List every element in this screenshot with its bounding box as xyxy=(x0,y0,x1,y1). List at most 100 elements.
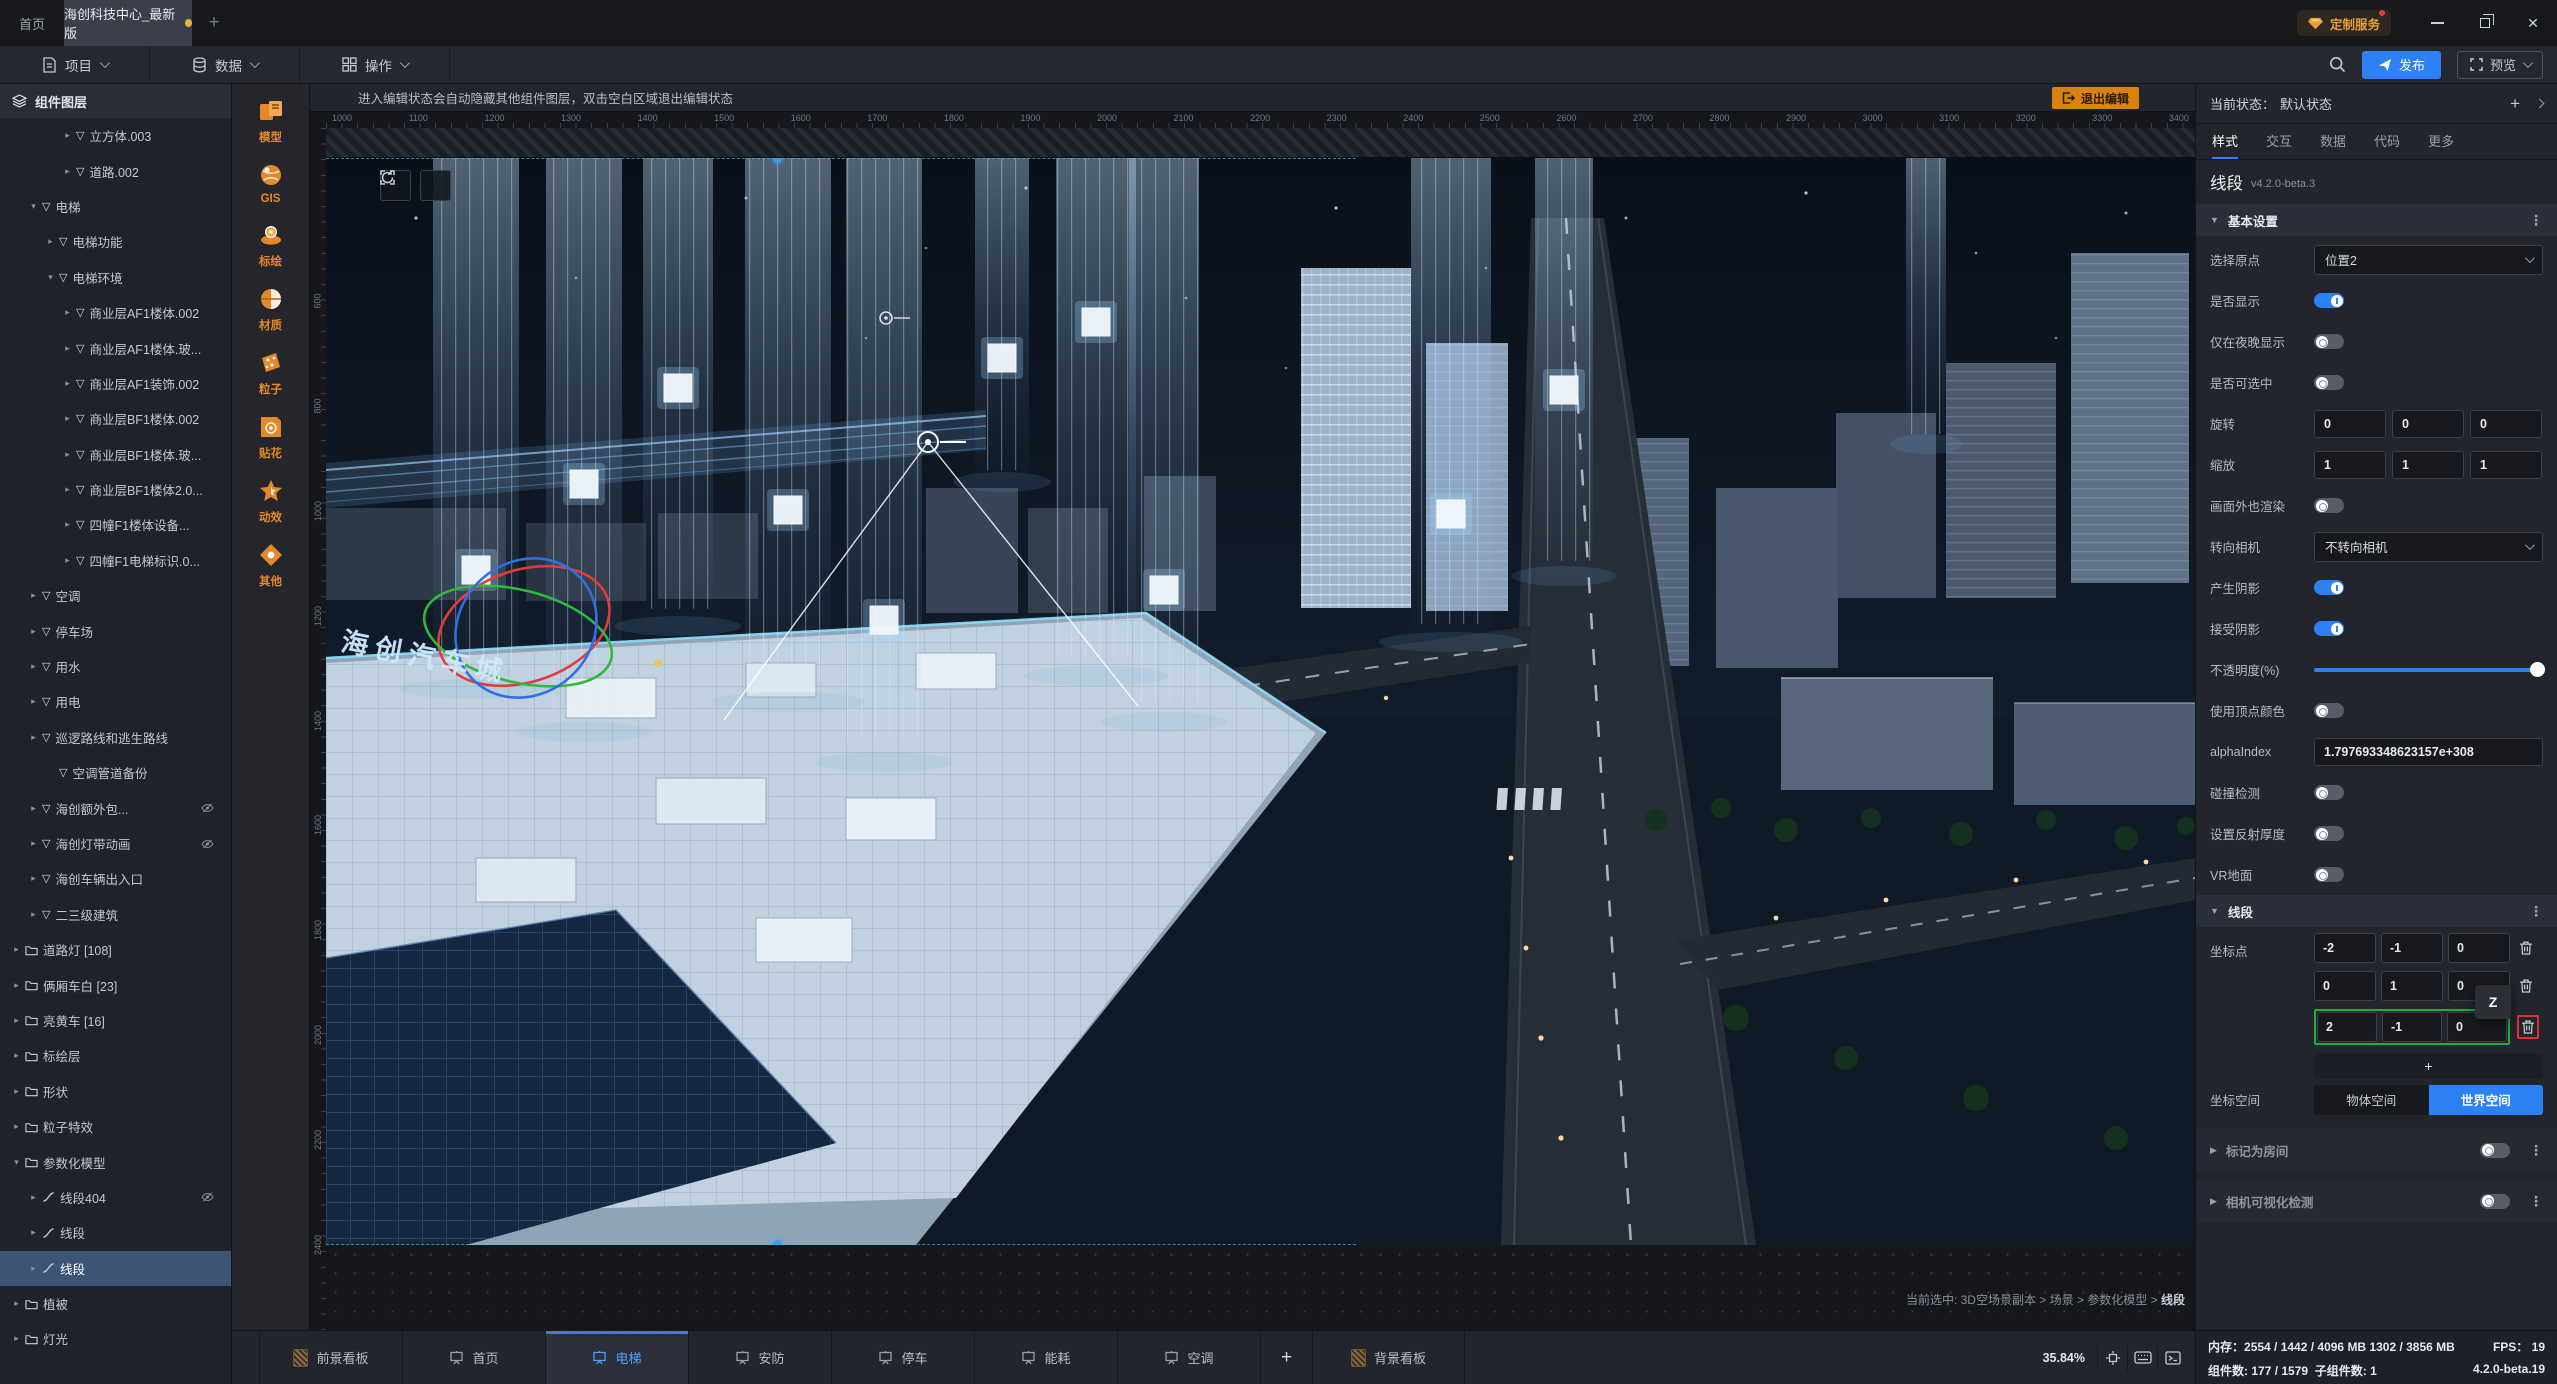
inspector-tab[interactable]: 更多 xyxy=(2428,124,2454,159)
console-button[interactable] xyxy=(2157,1345,2187,1371)
tree-item[interactable]: ▽空调管道备份 xyxy=(0,755,231,790)
toolbox-item-gis[interactable]: GIS xyxy=(258,162,284,205)
tree-item[interactable]: ▸▽商业层AF1楼体.玻... xyxy=(0,330,231,365)
board-tab[interactable]: 电梯 xyxy=(546,1331,689,1384)
board-tab[interactable]: 空调 xyxy=(1118,1331,1261,1384)
select-field[interactable]: 位置2 xyxy=(2314,245,2543,275)
collapse-caret-icon[interactable]: ▼ xyxy=(2210,906,2219,916)
toolbox-item-plot[interactable]: 标绘 xyxy=(258,222,284,269)
add-state-button[interactable]: + xyxy=(2510,95,2520,112)
tree-item[interactable]: ▾参数化模型 xyxy=(0,1144,231,1179)
tree-item[interactable]: ▸线段 xyxy=(0,1251,231,1286)
expander-icon[interactable]: ▸ xyxy=(27,661,40,672)
section-header[interactable]: ▼线段⋮ xyxy=(2196,895,2557,927)
background-board-tab[interactable]: 背景看板 xyxy=(1313,1331,1465,1384)
tree-item[interactable]: ▸▽立方体.003 xyxy=(0,118,231,153)
tree-item[interactable]: ▸▽电梯功能 xyxy=(0,224,231,259)
coordinate-input[interactable] xyxy=(2317,1012,2377,1042)
tree-item[interactable]: ▸植被 xyxy=(0,1286,231,1321)
expander-icon[interactable]: ▸ xyxy=(27,803,40,814)
segment-option[interactable]: 物体空间 xyxy=(2314,1085,2429,1115)
viewport[interactable]: 进入编辑状态会自动隐藏其他组件图层，双击空白区域退出编辑状态 退出编辑 1000… xyxy=(310,84,2195,1330)
board-tab[interactable]: 能耗 xyxy=(975,1331,1118,1384)
expander-icon[interactable]: ▸ xyxy=(61,484,74,495)
inspector-tab[interactable]: 样式 xyxy=(2212,124,2238,159)
expander-icon[interactable]: ▸ xyxy=(27,873,40,884)
inspector-tab[interactable]: 数据 xyxy=(2320,124,2346,159)
expander-icon[interactable]: ▸ xyxy=(10,1086,23,1097)
expander-icon[interactable]: ▸ xyxy=(10,1121,23,1132)
coordinate-input[interactable] xyxy=(2448,933,2510,963)
preview-button[interactable]: 预览 xyxy=(2457,51,2543,79)
text-input[interactable] xyxy=(2314,738,2543,766)
expander-icon[interactable]: ▾ xyxy=(44,272,57,283)
eye-hidden-icon[interactable] xyxy=(201,802,214,814)
tree-item[interactable]: ▸▽巡逻路线和逃生路线 xyxy=(0,720,231,755)
segment-option[interactable]: 世界空间 xyxy=(2429,1085,2544,1115)
tree-item[interactable]: ▸亮黄车 [16] xyxy=(0,1003,231,1038)
tree-item[interactable]: ▸线段404 xyxy=(0,1180,231,1215)
chevron-right-icon[interactable] xyxy=(2535,99,2545,109)
new-project-tab-button[interactable]: + xyxy=(192,0,236,46)
tree-item[interactable]: ▸▽用水 xyxy=(0,649,231,684)
expander-icon[interactable]: ▸ xyxy=(61,307,74,318)
more-options-icon[interactable]: ⋮ xyxy=(2529,212,2543,229)
number-input[interactable] xyxy=(2470,451,2542,479)
tree-item[interactable]: ▸▽道路.002 xyxy=(0,153,231,188)
number-input[interactable] xyxy=(2392,451,2464,479)
toggle[interactable] xyxy=(2314,785,2344,800)
expander-icon[interactable]: ▸ xyxy=(10,1050,23,1061)
more-options-icon[interactable]: ⋮ xyxy=(2529,1142,2543,1159)
tree-item[interactable]: ▸▽海创额外包... xyxy=(0,790,231,825)
board-tab[interactable]: 安防 xyxy=(689,1331,832,1384)
expander-icon[interactable]: ▸ xyxy=(27,1192,40,1203)
custom-service-button[interactable]: 定制服务 xyxy=(2297,10,2391,36)
expander-icon[interactable]: ▸ xyxy=(27,732,40,743)
coordinate-input[interactable] xyxy=(2381,933,2443,963)
section-header[interactable]: ▼基本设置⋮ xyxy=(2196,204,2557,236)
number-input[interactable] xyxy=(2314,451,2386,479)
tree-item[interactable]: ▸▽用电 xyxy=(0,684,231,719)
opacity-slider[interactable] xyxy=(2314,662,2543,677)
tree-item[interactable]: ▸▽商业层AF1楼体.002 xyxy=(0,295,231,330)
tree-item[interactable]: ▸粒子特效 xyxy=(0,1109,231,1144)
toggle[interactable] xyxy=(2314,826,2344,841)
tree-item[interactable]: ▸▽海创车辆出入口 xyxy=(0,861,231,896)
add-point-button[interactable]: + xyxy=(2314,1053,2543,1079)
toggle[interactable] xyxy=(2314,703,2344,718)
expander-icon[interactable]: ▾ xyxy=(10,1157,23,1168)
expander-icon[interactable]: ▾ xyxy=(27,201,40,212)
tree-item[interactable]: ▾▽电梯环境 xyxy=(0,260,231,295)
project-tab-home[interactable]: 首页 xyxy=(0,0,64,46)
expander-icon[interactable]: ▸ xyxy=(61,130,74,141)
tree-item[interactable]: ▸线段 xyxy=(0,1215,231,1250)
number-input[interactable] xyxy=(2314,410,2386,438)
menu-item-grid[interactable]: 操作 xyxy=(300,46,450,83)
tree-item[interactable]: ▸▽商业层BF1楼体.002 xyxy=(0,401,231,436)
delete-icon[interactable] xyxy=(2518,940,2534,956)
search-icon[interactable] xyxy=(2329,56,2346,73)
toggle[interactable] xyxy=(2480,1143,2510,1158)
expander-icon[interactable]: ▸ xyxy=(61,449,74,460)
expander-icon[interactable]: ▸ xyxy=(10,944,23,955)
coordinate-input[interactable] xyxy=(2314,971,2376,1001)
select-field[interactable]: 不转向相机 xyxy=(2314,532,2543,562)
tree-item[interactable]: ▸▽二三级建筑 xyxy=(0,897,231,932)
expander-icon[interactable]: ▸ xyxy=(27,909,40,920)
project-tab-active[interactable]: 海创科技中心_最新版 xyxy=(64,0,192,46)
delete-icon[interactable] xyxy=(2518,978,2534,994)
expander-icon[interactable]: ▸ xyxy=(61,378,74,389)
expander-icon[interactable]: ▸ xyxy=(10,980,23,991)
tree-item[interactable]: ▸▽商业层AF1装饰.002 xyxy=(0,366,231,401)
tree-item[interactable]: ▸▽商业层BF1楼体2.0... xyxy=(0,472,231,507)
tree-item[interactable]: ▸▽四幢F1楼体设备... xyxy=(0,507,231,542)
close-button[interactable]: ✕ xyxy=(2509,15,2557,32)
tree-item[interactable]: ▸▽四幢F1电梯标识.0... xyxy=(0,543,231,578)
board-tab[interactable]: 前景看板 xyxy=(260,1331,403,1384)
coordinate-input[interactable] xyxy=(2382,1012,2442,1042)
fit-screen-button[interactable] xyxy=(2097,1345,2127,1371)
expander-icon[interactable]: ▸ xyxy=(44,236,57,247)
coordinate-input[interactable] xyxy=(2381,971,2443,1001)
expander-icon[interactable]: ▸ xyxy=(61,343,74,354)
inspector-tab[interactable]: 交互 xyxy=(2266,124,2292,159)
